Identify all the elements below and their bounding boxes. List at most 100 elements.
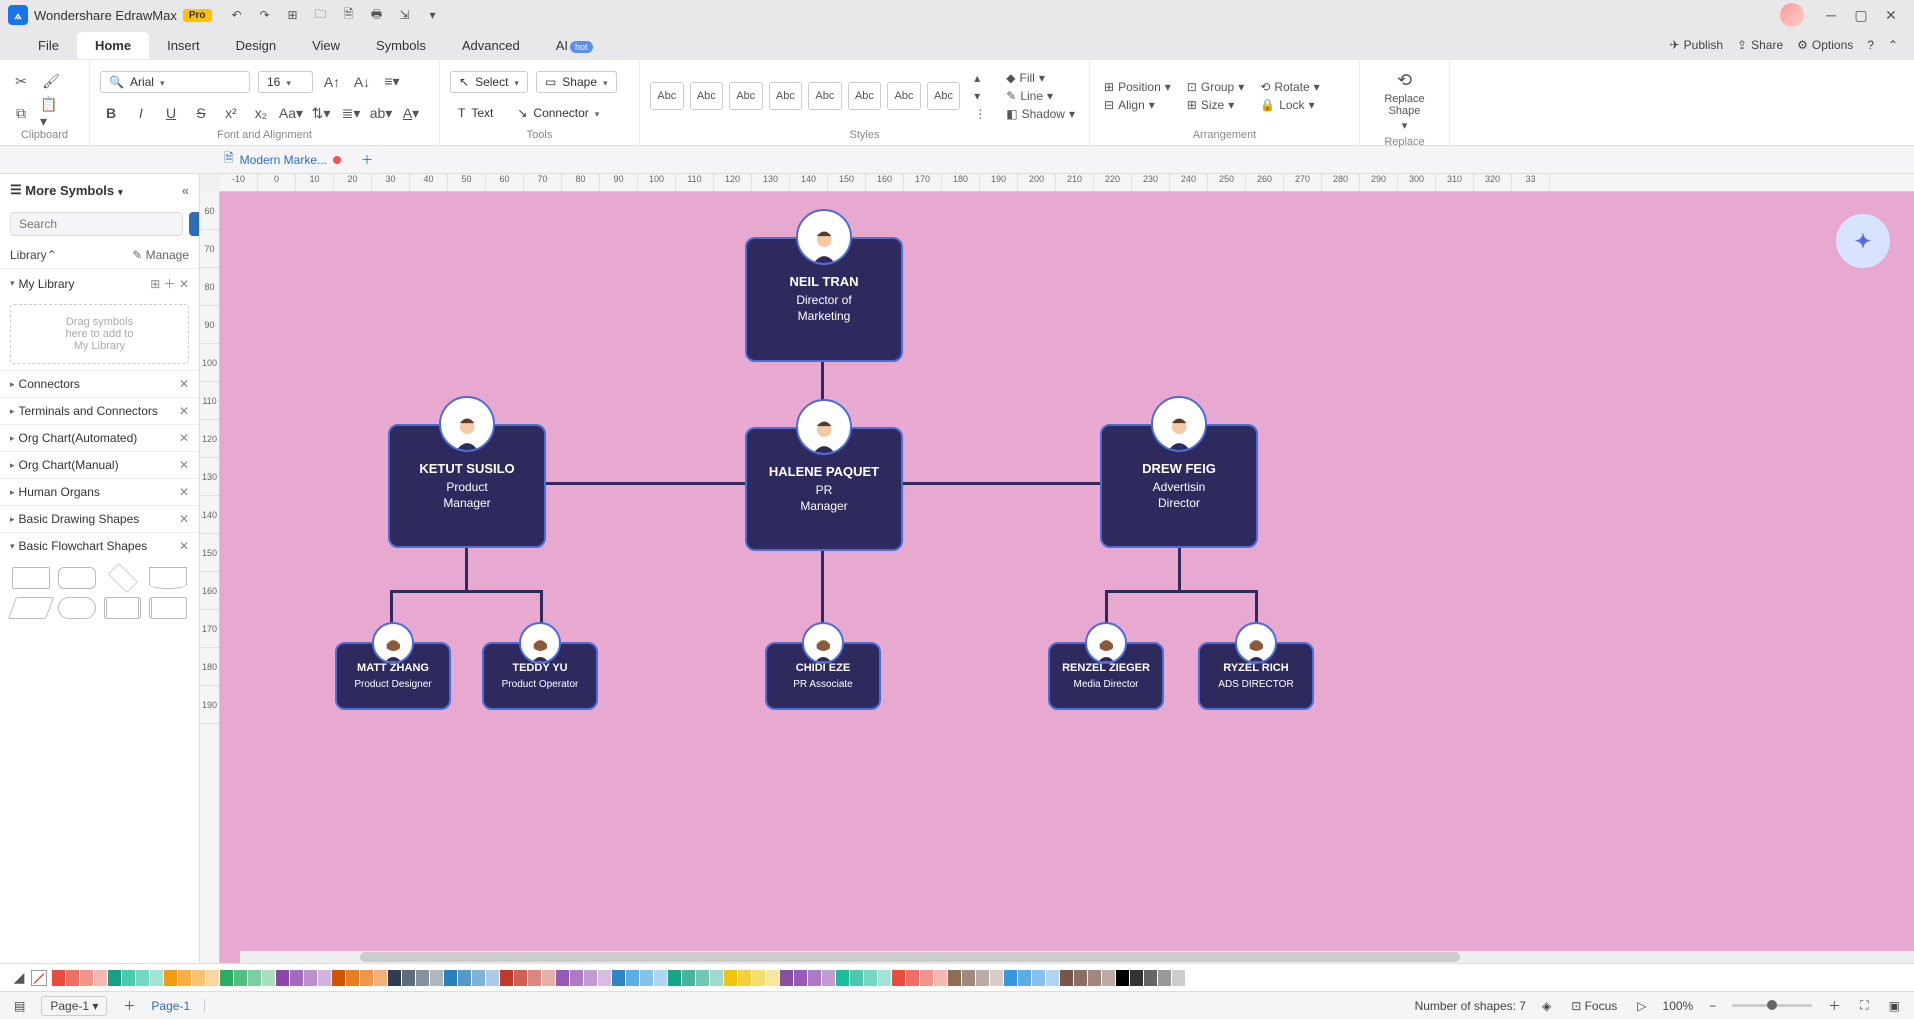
style-preset-1[interactable]: Abc [650, 82, 684, 110]
collapse-panel-icon[interactable]: « [182, 183, 189, 198]
color-swatch[interactable] [570, 970, 583, 986]
tab-ai[interactable]: AIhot [538, 32, 611, 59]
color-swatch[interactable] [80, 970, 93, 986]
tab-file[interactable]: File [20, 32, 77, 59]
color-swatch[interactable] [346, 970, 359, 986]
section-basic-flowchart[interactable]: ▾Basic Flowchart Shapes✕ [0, 532, 199, 559]
publish-button[interactable]: ✈ Publish [1670, 38, 1723, 52]
fullscreen-icon[interactable]: ▣ [1885, 999, 1904, 1013]
section-orgchart-auto[interactable]: ▸Org Chart(Automated)✕ [0, 424, 199, 451]
share-button[interactable]: ⇪ Share [1737, 38, 1783, 52]
color-swatch[interactable] [388, 970, 401, 986]
style-preset-4[interactable]: Abc [769, 82, 803, 110]
shape-doc[interactable] [149, 567, 187, 589]
focus-button[interactable]: ⊡ Focus [1567, 999, 1621, 1013]
color-swatch[interactable] [528, 970, 541, 986]
org-node-drew-feig[interactable]: DREW FEIG Advertisin Director [1100, 424, 1258, 548]
more-symbols-title[interactable]: More Symbols [25, 183, 114, 198]
italic-icon[interactable]: I [130, 102, 152, 124]
search-button[interactable]: Search [189, 212, 200, 236]
color-swatch[interactable] [794, 970, 807, 986]
color-swatch[interactable] [752, 970, 765, 986]
color-swatch[interactable] [416, 970, 429, 986]
org-node-teddy-yu[interactable]: TEDDY YU Product Operator [482, 642, 598, 710]
highlight-icon[interactable]: ab▾ [370, 102, 392, 124]
org-node-matt-zhang[interactable]: MATT ZHANG Product Designer [335, 642, 451, 710]
page-tab[interactable]: Page-1 [151, 999, 205, 1013]
color-swatch[interactable] [738, 970, 751, 986]
library-label[interactable]: Library [10, 248, 47, 262]
color-swatch[interactable] [248, 970, 261, 986]
redo-button[interactable]: ↷ [256, 6, 274, 24]
shape-tool[interactable]: ▭ Shape [536, 71, 617, 93]
help-button[interactable]: ? [1867, 38, 1874, 52]
color-swatch[interactable] [1116, 970, 1129, 986]
collapse-ribbon-button[interactable]: ⌃ [1888, 38, 1898, 52]
search-input[interactable] [10, 212, 183, 236]
styles-up-icon[interactable]: ▴ [970, 70, 990, 86]
strikethrough-icon[interactable]: S [190, 102, 212, 124]
color-swatch[interactable] [52, 970, 65, 986]
styles-down-icon[interactable]: ▾ [970, 88, 990, 104]
mylibrary-actions[interactable]: ⊞ ＋ ✕ [150, 275, 189, 292]
section-connectors[interactable]: ▸Connectors✕ [0, 370, 199, 397]
color-swatch[interactable] [402, 970, 415, 986]
export-button[interactable]: ⇲ [396, 6, 414, 24]
style-preset-5[interactable]: Abc [808, 82, 842, 110]
copy-icon[interactable]: ⧉ [10, 102, 32, 124]
increase-font-icon[interactable]: A↑ [321, 71, 343, 93]
select-tool[interactable]: ↖ Select [450, 71, 528, 93]
section-basic-drawing[interactable]: ▸Basic Drawing Shapes✕ [0, 505, 199, 532]
page-panel-icon[interactable]: ▤ [10, 999, 29, 1013]
color-swatch[interactable] [234, 970, 247, 986]
color-swatch[interactable] [920, 970, 933, 986]
color-swatch[interactable] [836, 970, 849, 986]
options-button[interactable]: ⚙ Options [1797, 38, 1853, 52]
lock-button[interactable]: 🔒 Lock ▾ [1256, 97, 1323, 113]
zoom-slider[interactable] [1732, 1004, 1812, 1007]
line-button[interactable]: ✎ Line ▾ [1002, 88, 1079, 104]
undo-button[interactable]: ↶ [228, 6, 246, 24]
shape-roundrect[interactable] [58, 567, 96, 589]
no-color-swatch[interactable] [31, 970, 47, 986]
color-swatch[interactable] [1018, 970, 1031, 986]
color-swatch[interactable] [934, 970, 947, 986]
text-tool[interactable]: T Text [450, 103, 501, 123]
connector-tool[interactable]: ↘ Connector [509, 103, 607, 123]
color-swatch[interactable] [94, 970, 107, 986]
color-swatch[interactable] [1004, 970, 1017, 986]
color-swatch[interactable] [598, 970, 611, 986]
color-swatch[interactable] [458, 970, 471, 986]
tab-insert[interactable]: Insert [149, 32, 218, 59]
color-swatch[interactable] [850, 970, 863, 986]
shape-terminator[interactable] [58, 597, 96, 619]
color-swatch[interactable] [780, 970, 793, 986]
qat-more-button[interactable]: ▾ [424, 6, 442, 24]
color-swatch[interactable] [892, 970, 905, 986]
font-select[interactable]: 🔍 Arial [100, 71, 250, 93]
shape-rect[interactable] [12, 567, 50, 589]
color-swatch[interactable] [626, 970, 639, 986]
color-swatch[interactable] [612, 970, 625, 986]
color-swatch[interactable] [318, 970, 331, 986]
doc-tab-1[interactable]: 🗎 Modern Marke... [214, 145, 351, 174]
color-swatch[interactable] [332, 970, 345, 986]
zoom-out-button[interactable]: − [1705, 999, 1720, 1013]
font-color-icon[interactable]: A▾ [400, 102, 422, 124]
decrease-font-icon[interactable]: A↓ [351, 71, 373, 93]
color-swatch[interactable] [878, 970, 891, 986]
user-avatar[interactable] [1780, 3, 1804, 27]
color-swatch[interactable] [1032, 970, 1045, 986]
my-library-section[interactable]: ▾My Library ⊞ ＋ ✕ [0, 268, 199, 298]
tab-view[interactable]: View [294, 32, 358, 59]
align-dropdown-icon[interactable]: ≡▾ [381, 71, 403, 93]
maximize-button[interactable]: ▢ [1846, 0, 1876, 30]
zoom-in-button[interactable]: ＋ [1824, 997, 1844, 1014]
color-swatch[interactable] [766, 970, 779, 986]
cut-icon[interactable]: ✂ [10, 71, 32, 93]
color-swatch[interactable] [430, 970, 443, 986]
ai-fab-button[interactable]: ✦ [1836, 214, 1890, 268]
fill-button[interactable]: ◆ Fill ▾ [1002, 70, 1079, 86]
section-human-organs[interactable]: ▸Human Organs✕ [0, 478, 199, 505]
section-orgchart-manual[interactable]: ▸Org Chart(Manual)✕ [0, 451, 199, 478]
